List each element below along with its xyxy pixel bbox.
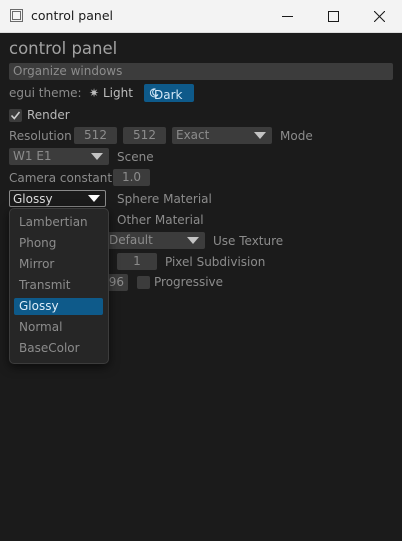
render-checkbox[interactable]: [9, 109, 22, 122]
material-dropdown-popup: Lambertian Phong Mirror Transmit Glossy …: [9, 208, 109, 364]
option-label: Mirror: [19, 257, 55, 271]
dropdown-option-lambertian[interactable]: Lambertian: [14, 214, 103, 231]
dropdown-option-mirror[interactable]: Mirror: [14, 256, 103, 273]
progressive-label: Progressive: [154, 275, 224, 289]
progressive-samples-value: 96: [108, 275, 124, 289]
window-title: control panel: [31, 8, 113, 23]
resolution-mode-value: Exact: [176, 128, 210, 142]
close-icon: [374, 11, 385, 22]
option-label: Transmit: [19, 278, 71, 292]
scene-value: W1 E1: [13, 149, 52, 163]
sphere-material-label: Sphere Material: [117, 192, 212, 206]
app-icon: [10, 9, 23, 22]
resolution-label: Resolution: [9, 129, 72, 143]
sphere-material-value: Glossy: [13, 192, 53, 206]
use-texture-label: Use Texture: [213, 234, 284, 248]
dropdown-option-normal[interactable]: Normal: [14, 319, 103, 336]
scene-label: Scene: [117, 150, 154, 164]
option-label: Lambertian: [19, 215, 88, 229]
dropdown-option-basecolor[interactable]: BaseColor: [14, 340, 103, 357]
dropdown-option-glossy[interactable]: Glossy: [14, 298, 103, 315]
pixel-subdivision-input[interactable]: 1: [117, 253, 157, 270]
sun-icon: ✷: [89, 86, 100, 100]
minimize-button[interactable]: [264, 0, 310, 32]
theme-dark-label: Dark: [154, 88, 183, 102]
checkmark-icon: [10, 111, 21, 120]
render-label: Render: [27, 108, 70, 122]
resolution-height-value: 512: [133, 128, 156, 142]
resolution-width-value: 512: [84, 128, 107, 142]
option-label: Phong: [19, 236, 57, 250]
close-button[interactable]: [356, 0, 402, 32]
camera-constant-label: Camera constant: [9, 171, 113, 185]
texture-value: Default: [109, 233, 153, 247]
panel-heading: control panel: [9, 39, 118, 58]
chevron-down-icon: [254, 132, 266, 139]
option-label: BaseColor: [19, 341, 80, 355]
dropdown-option-phong[interactable]: Phong: [14, 235, 103, 252]
theme-dark-option[interactable]: Dark: [144, 84, 194, 102]
option-label: Glossy: [19, 299, 59, 313]
chevron-down-icon: [91, 153, 103, 160]
sphere-material-select[interactable]: Glossy: [9, 190, 106, 207]
window-titlebar[interactable]: control panel: [0, 0, 402, 33]
chevron-down-icon: [187, 237, 199, 244]
pixel-subdivision-label: Pixel Subdivision: [165, 255, 266, 269]
organize-windows-label: Organize windows: [13, 64, 123, 78]
theme-light-label: Light: [103, 86, 133, 100]
other-material-label: Other Material: [117, 213, 204, 227]
progressive-checkbox[interactable]: [137, 276, 150, 289]
resolution-mode-select[interactable]: Exact: [172, 127, 272, 144]
scene-select[interactable]: W1 E1: [9, 148, 109, 165]
mode-label: Mode: [280, 129, 313, 143]
option-label: Normal: [19, 320, 63, 334]
dropdown-option-transmit[interactable]: Transmit: [14, 277, 103, 294]
chevron-down-icon: [88, 195, 100, 202]
organize-windows-button[interactable]: Organize windows: [9, 63, 393, 80]
pixel-subdivision-value: 1: [133, 254, 141, 268]
camera-constant-input[interactable]: 1.0: [113, 169, 150, 186]
camera-constant-value: 1.0: [121, 170, 142, 184]
theme-label: egui theme:: [9, 86, 82, 100]
resolution-height-input[interactable]: 512: [123, 127, 166, 144]
maximize-icon: [328, 11, 339, 22]
theme-light-option[interactable]: ✷ Light: [89, 84, 139, 102]
minimize-icon: [282, 16, 293, 17]
maximize-button[interactable]: [310, 0, 356, 32]
resolution-width-input[interactable]: 512: [74, 127, 117, 144]
